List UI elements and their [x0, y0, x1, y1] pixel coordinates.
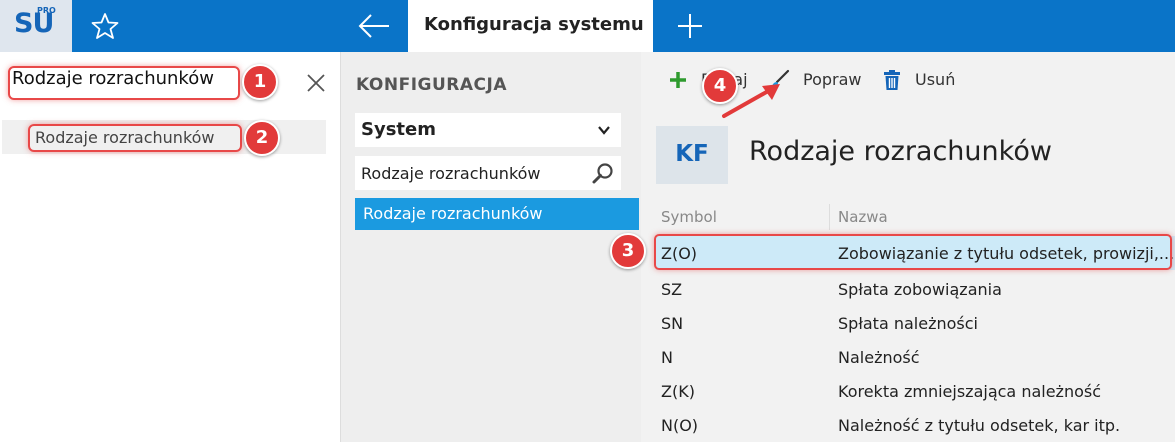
record-avatar: KF [656, 126, 728, 184]
search-input-highlight [8, 66, 240, 100]
config-search-value: Rodzaje rozrachunków [361, 164, 541, 183]
cell-symbol: Z(K) [661, 382, 695, 401]
top-bar: SU PRO Konfiguracja systemu [0, 0, 1175, 52]
callout-badge-1: 1 [242, 64, 278, 100]
cell-symbol: SZ [661, 280, 683, 299]
cell-name: Należność z tytułu odsetek, kar itp. [838, 416, 1121, 435]
cell-name: Spłata należności [838, 314, 978, 333]
record-avatar-text: KF [675, 141, 709, 167]
nav-item-label: Rodzaje rozrachunków [363, 204, 543, 223]
left-search-panel: Rodzaje rozrachunków Rodzaje rozrachunkó… [0, 52, 340, 442]
module-select-value: System [361, 119, 436, 140]
callout-arrow-icon [722, 84, 780, 118]
search-icon[interactable] [591, 161, 615, 185]
cell-symbol: SN [661, 314, 684, 333]
app-logo[interactable]: SU PRO [0, 0, 72, 52]
config-navigation-panel: KONFIGURACJA System Rodzaje rozrachunków… [341, 52, 641, 442]
tab-konfiguracja-systemu[interactable]: Konfiguracja systemu [408, 0, 653, 52]
table-row[interactable]: N(O) Należność z tytułu odsetek, kar itp… [656, 408, 1175, 442]
callout-badge-2: 2 [244, 120, 280, 156]
column-header-symbol[interactable]: Symbol [661, 208, 717, 226]
star-icon[interactable] [90, 11, 120, 41]
selected-row-highlight [654, 234, 1172, 270]
table-row[interactable]: SN Spłata należności [656, 306, 1175, 340]
chevron-down-icon [598, 126, 610, 135]
record-title: Rodzaje rozrachunków [749, 136, 1052, 167]
new-tab-plus-icon[interactable] [674, 10, 706, 42]
plus-icon[interactable] [667, 69, 689, 91]
back-arrow-icon[interactable] [356, 11, 392, 41]
cell-name: Spłata zobowiązania [838, 280, 1002, 299]
table-row[interactable]: SZ Spłata zobowiązania [656, 272, 1175, 306]
module-select[interactable]: System [355, 113, 621, 147]
cell-name: Należność [838, 348, 920, 367]
logo-sup: PRO [37, 6, 56, 15]
table-header: Symbol Nazwa [656, 200, 1175, 234]
cell-symbol: N(O) [661, 416, 699, 435]
tab-label: Konfiguracja systemu [424, 14, 644, 35]
search-result-highlight [28, 124, 242, 152]
cell-symbol: N [661, 348, 673, 367]
cell-name: Korekta zmniejszająca należność [838, 382, 1102, 401]
trash-icon[interactable] [881, 69, 903, 91]
config-search-input[interactable]: Rodzaje rozrachunków [355, 156, 621, 190]
delete-button[interactable]: Usuń [915, 70, 955, 89]
callout-badge-3: 3 [610, 233, 646, 269]
column-header-nazwa[interactable]: Nazwa [838, 208, 888, 226]
close-icon[interactable] [304, 71, 328, 95]
table-row[interactable]: N Należność [656, 340, 1175, 374]
table-row[interactable]: Z(K) Korekta zmniejszająca należność [656, 374, 1175, 408]
nav-item-rodzaje-rozrachunkow[interactable]: Rodzaje rozrachunków [355, 198, 639, 230]
column-separator [829, 204, 830, 230]
edit-button[interactable]: Popraw [803, 70, 862, 89]
panel-title: KONFIGURACJA [356, 75, 507, 95]
